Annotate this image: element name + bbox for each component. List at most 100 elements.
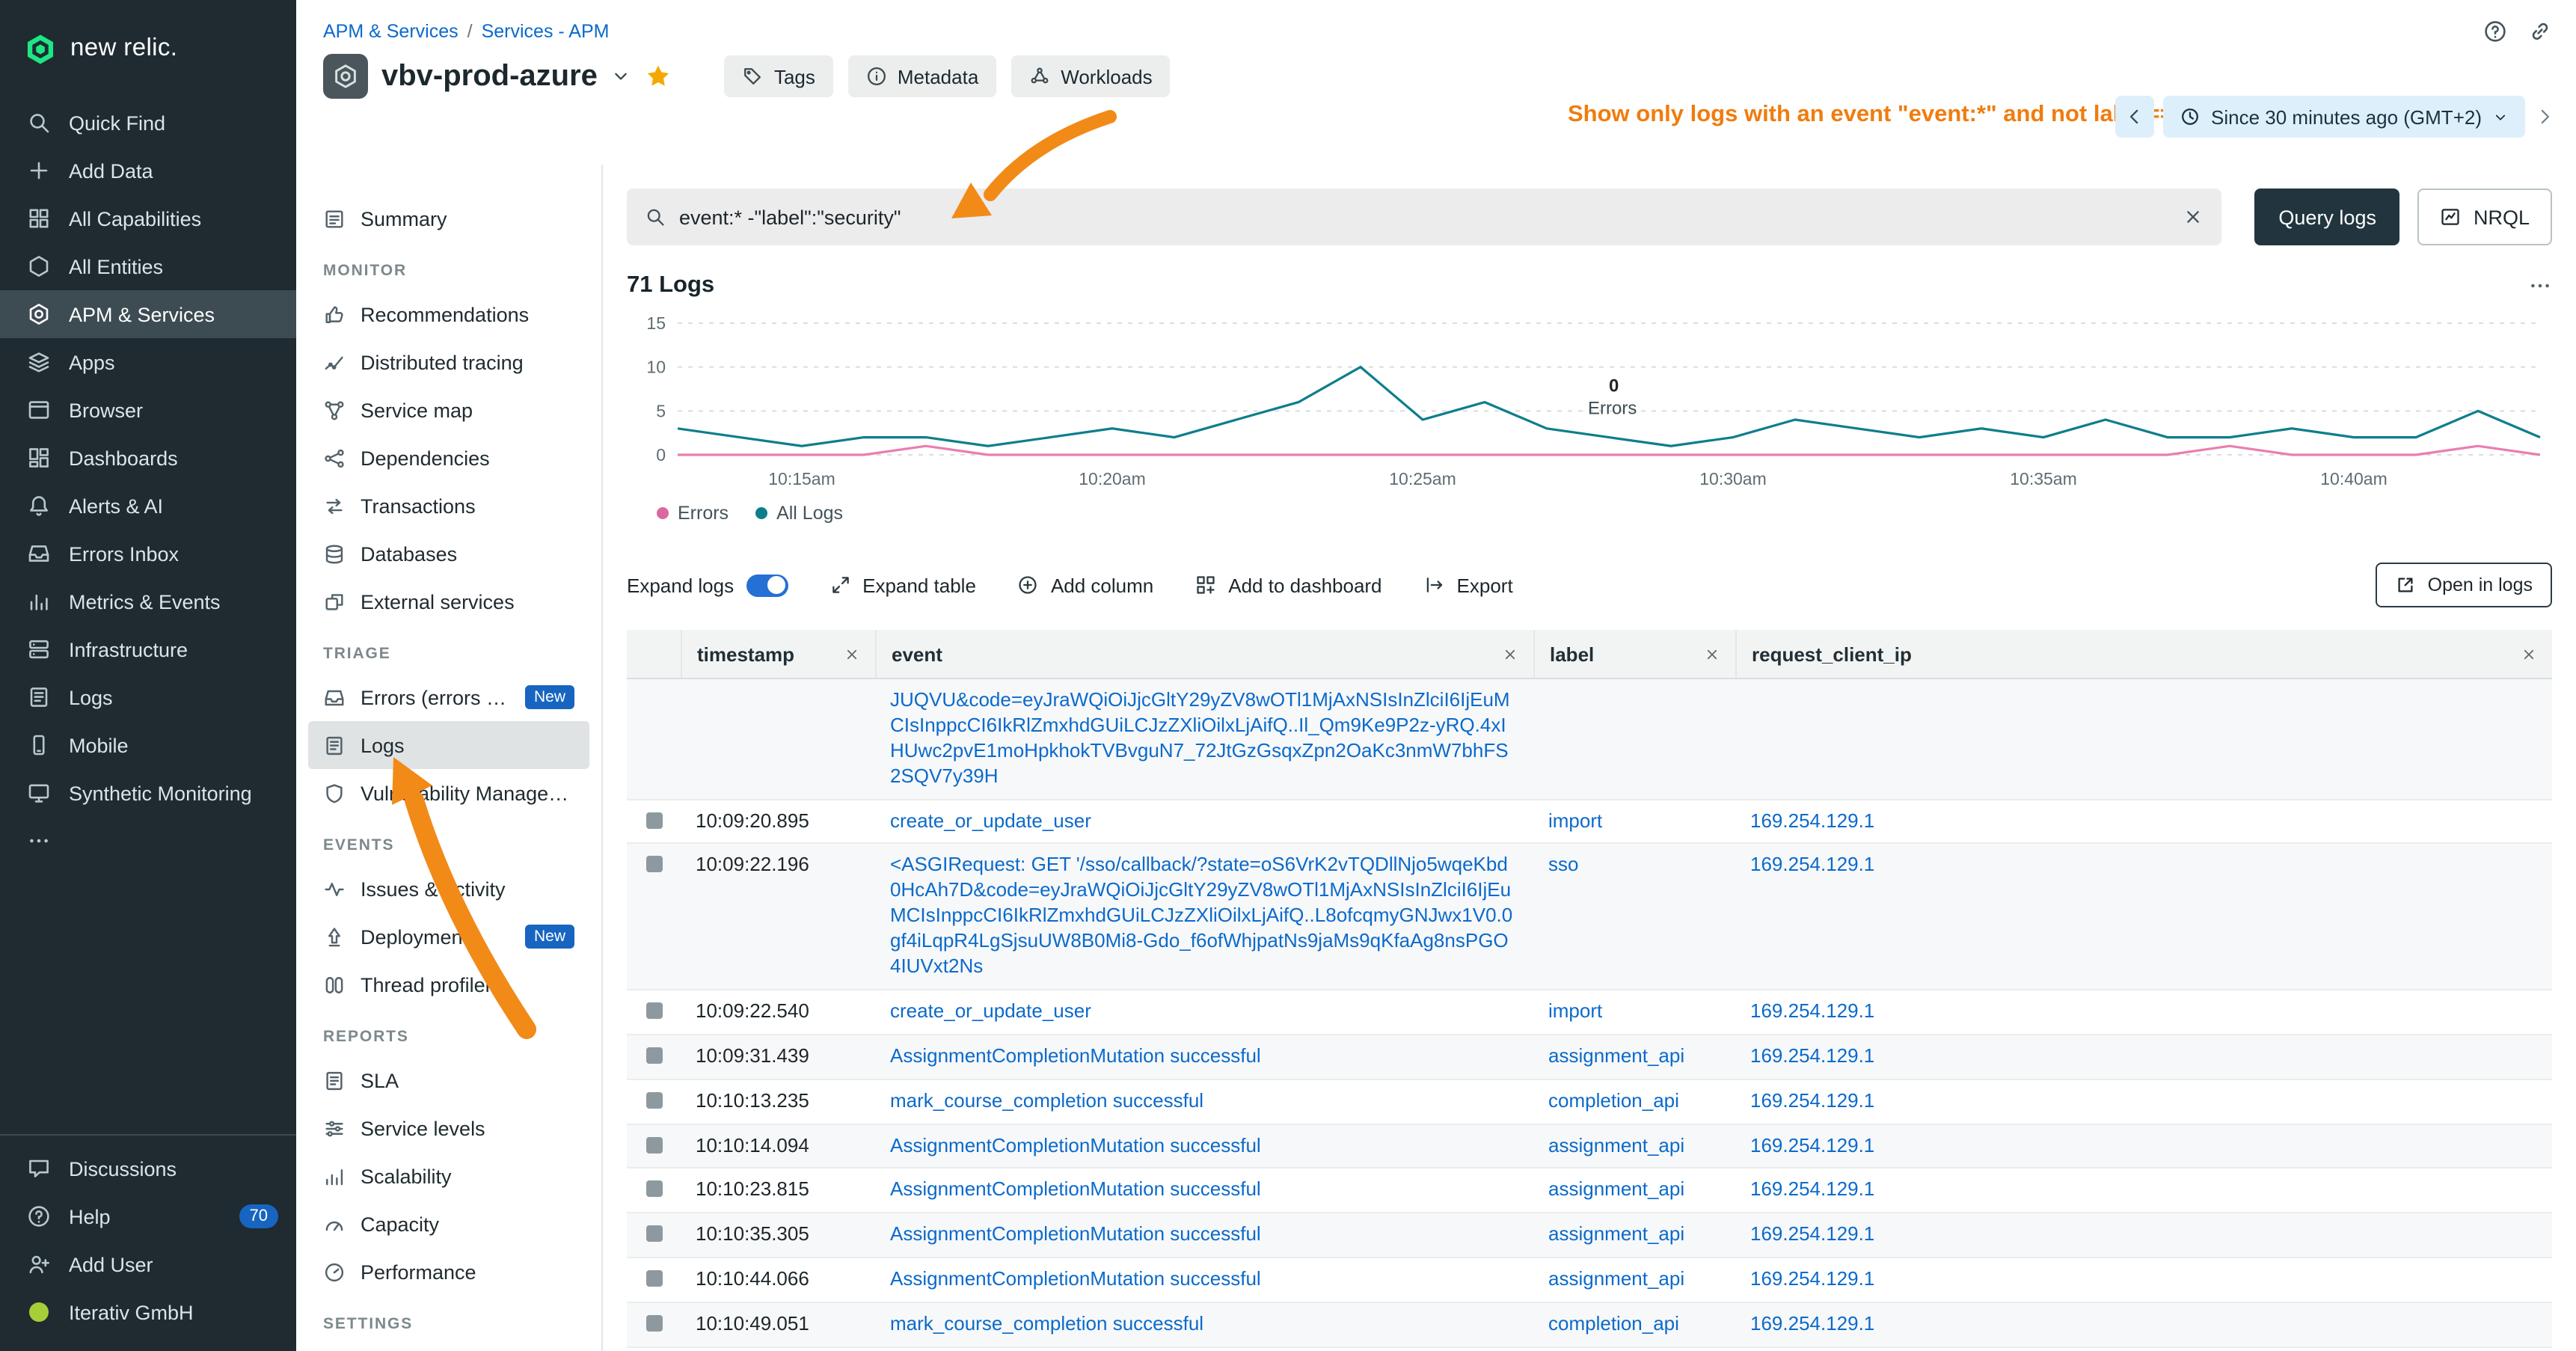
log-label-link[interactable]: assignment_api (1533, 1035, 1735, 1079)
sidebar-item-errors-inbox[interactable]: Errors Inbox (0, 530, 296, 578)
header-action-workloads[interactable]: Workloads (1011, 55, 1170, 97)
log-ip-link[interactable]: 169.254.129.1 (1735, 845, 2552, 989)
sidebar-item-more[interactable] (0, 817, 296, 865)
log-event-link[interactable]: create_or_update_user (875, 990, 1533, 1034)
log-label-link[interactable]: assignment_api (1533, 1214, 1735, 1257)
table-row[interactable]: 10:10:13.235mark_course_completion succe… (627, 1079, 2552, 1124)
sidebar-item-dashboards[interactable]: Dashboards (0, 434, 296, 482)
log-ip-link[interactable]: 169.254.129.1 (1735, 1035, 2552, 1079)
log-event-link[interactable]: AssignmentCompletionMutation successful (875, 1214, 1533, 1257)
subnav-item-recommendations[interactable]: Recommendations (308, 290, 589, 338)
log-event-link[interactable]: AssignmentCompletionMutation successful (875, 1259, 1533, 1302)
log-ip-link[interactable] (1735, 679, 2552, 798)
subnav-item-scalability[interactable]: Scalability (308, 1152, 589, 1200)
remove-column-icon[interactable] (1704, 646, 1720, 662)
table-row[interactable]: 10:10:35.305AssignmentCompletionMutation… (627, 1214, 2552, 1259)
log-event-link[interactable]: mark_course_completion successful (875, 1303, 1533, 1347)
sidebar-item-help[interactable]: Help70 (0, 1192, 296, 1240)
row-checkbox[interactable] (645, 1181, 662, 1198)
subnav-item-thread-profiler[interactable]: Thread profiler (308, 961, 589, 1008)
open-in-logs-button[interactable]: Open in logs (2376, 563, 2552, 607)
subnav-item-deployments[interactable]: DeploymentsNew (308, 913, 589, 961)
subnav-item-logs[interactable]: Logs (308, 721, 589, 769)
sidebar-item-all-entities[interactable]: All Entities (0, 242, 296, 290)
log-event-link[interactable]: <ASGIRequest: GET '/sso/callback/?state=… (875, 845, 1533, 989)
subnav-item-dependencies[interactable]: Dependencies (308, 434, 589, 482)
log-label-link[interactable]: completion_api (1533, 1079, 1735, 1123)
row-checkbox[interactable] (645, 1136, 662, 1153)
row-checkbox[interactable] (645, 1091, 662, 1108)
subnav-item-distributed-tracing[interactable]: Distributed tracing (308, 338, 589, 386)
table-row[interactable]: JUQVU&code=eyJraWQiOiJjcGltY29yZV8wOTl1M… (627, 679, 2552, 800)
brand-logo[interactable]: new relic. (0, 0, 296, 78)
subnav-item-service-map[interactable]: Service map (308, 386, 589, 434)
column-header-timestamp[interactable]: timestamp (681, 630, 875, 678)
log-label-link[interactable]: import (1533, 990, 1735, 1034)
sidebar-item-add-user[interactable]: Add User (0, 1240, 296, 1288)
log-event-link[interactable]: AssignmentCompletionMutation successful (875, 1169, 1533, 1213)
log-ip-link[interactable]: 169.254.129.1 (1735, 1214, 2552, 1257)
subnav-item-external-services[interactable]: External services (308, 578, 589, 625)
table-row[interactable]: 10:10:14.094AssignmentCompletionMutation… (627, 1124, 2552, 1169)
log-ip-link[interactable]: 169.254.129.1 (1735, 1348, 2552, 1351)
add-column-button[interactable]: Add column (1018, 574, 1153, 596)
log-label-link[interactable]: assignment_api (1533, 1348, 1735, 1351)
subnav-item-summary[interactable]: Summary (308, 194, 589, 242)
expand-table-button[interactable]: Expand table (829, 574, 976, 596)
time-range-button[interactable]: Since 30 minutes ago (GMT+2) (2163, 96, 2525, 138)
help-circle-icon[interactable] (2483, 19, 2507, 43)
column-header-request-client-ip[interactable]: request_client_ip (1735, 630, 2552, 678)
nrql-button[interactable]: NRQL (2418, 189, 2552, 245)
log-label-link[interactable]: assignment_api (1533, 1124, 1735, 1168)
sidebar-item-apps[interactable]: Apps (0, 338, 296, 386)
add-to-dashboard-button[interactable]: Add to dashboard (1195, 574, 1381, 596)
table-row[interactable]: 10:10:44.066AssignmentCompletionMutation… (627, 1259, 2552, 1304)
log-query-input[interactable]: event:* -"label":"security" (627, 189, 2221, 245)
log-label-link[interactable]: completion_api (1533, 1303, 1735, 1347)
subnav-item-issues-activity[interactable]: Issues & activity (308, 865, 589, 913)
log-label-link[interactable] (1533, 679, 1735, 798)
table-row[interactable]: 10:10:49.051mark_course_completion succe… (627, 1303, 2552, 1348)
toggle-switch-on[interactable] (746, 574, 788, 596)
subnav-item-errors-errors-inb[interactable]: Errors (errors inb...New (308, 673, 589, 721)
remove-column-icon[interactable] (2521, 646, 2537, 662)
copy-permalink-icon[interactable] (2528, 19, 2552, 43)
remove-column-icon[interactable] (844, 646, 860, 662)
log-label-link[interactable]: assignment_api (1533, 1169, 1735, 1213)
table-row[interactable]: 10:11:00.311AssignmentCompletionMutation… (627, 1348, 2552, 1351)
table-row[interactable]: 10:10:23.815AssignmentCompletionMutation… (627, 1169, 2552, 1214)
subnav-item-sla[interactable]: SLA (308, 1056, 589, 1104)
row-checkbox[interactable] (645, 1315, 662, 1332)
log-ip-link[interactable]: 169.254.129.1 (1735, 1079, 2552, 1123)
table-row[interactable]: 10:09:31.439AssignmentCompletionMutation… (627, 1035, 2552, 1080)
header-action-tags[interactable]: Tags (725, 55, 833, 97)
legend-item-all-logs[interactable]: All Logs (755, 503, 843, 524)
sidebar-item-browser[interactable]: Browser (0, 386, 296, 434)
column-header-label[interactable]: label (1533, 630, 1735, 678)
log-ip-link[interactable]: 169.254.129.1 (1735, 1124, 2552, 1168)
sidebar-item-infrastructure[interactable]: Infrastructure (0, 625, 296, 673)
log-ip-link[interactable]: 169.254.129.1 (1735, 1303, 2552, 1347)
log-ip-link[interactable]: 169.254.129.1 (1735, 990, 2552, 1034)
query-logs-button[interactable]: Query logs (2254, 189, 2400, 245)
entity-switcher-chevron-icon[interactable] (611, 66, 632, 87)
row-checkbox[interactable] (645, 1271, 662, 1287)
table-row[interactable]: 10:09:20.895create_or_update_userimport1… (627, 800, 2552, 845)
subnav-item-service-levels[interactable]: Service levels (308, 1104, 589, 1152)
log-ip-link[interactable]: 169.254.129.1 (1735, 1169, 2552, 1213)
expand-logs-toggle[interactable]: Expand logs (627, 574, 788, 596)
breadcrumb-link-services-apm[interactable]: Services - APM (482, 21, 610, 42)
log-event-link[interactable]: AssignmentCompletionMutation successful (875, 1035, 1533, 1079)
sidebar-item-all-capabilities[interactable]: All Capabilities (0, 194, 296, 242)
log-event-link[interactable]: create_or_update_user (875, 800, 1533, 843)
log-ip-link[interactable]: 169.254.129.1 (1735, 800, 2552, 843)
log-label-link[interactable]: import (1533, 800, 1735, 843)
clear-query-icon[interactable] (2183, 206, 2204, 227)
subnav-item-capacity[interactable]: Capacity (308, 1200, 589, 1248)
row-checkbox[interactable] (645, 857, 662, 873)
row-checkbox[interactable] (645, 1226, 662, 1243)
log-ip-link[interactable]: 169.254.129.1 (1735, 1259, 2552, 1302)
log-label-link[interactable]: sso (1533, 845, 1735, 989)
header-action-metadata[interactable]: Metadata (848, 55, 996, 97)
row-checkbox[interactable] (645, 812, 662, 828)
